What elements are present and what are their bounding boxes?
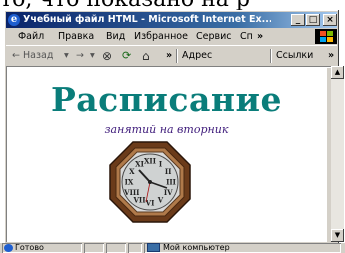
menu-favorites[interactable]: Избранное bbox=[134, 29, 188, 44]
clock-numeral: IX bbox=[125, 178, 134, 187]
minimize-button[interactable]: _ bbox=[291, 14, 305, 26]
zone-text: Мой компьютер bbox=[163, 243, 230, 252]
my-computer-icon bbox=[147, 243, 160, 252]
clock-numeral: VII bbox=[133, 196, 146, 205]
back-button[interactable]: ← Назад bbox=[12, 46, 53, 66]
clock-numeral: IV bbox=[164, 188, 173, 197]
clock-numeral: III bbox=[166, 178, 176, 187]
window-title: Учебный файл HTML - Microsoft Internet E… bbox=[23, 14, 271, 25]
status-cell bbox=[128, 243, 142, 253]
links-label[interactable]: Ссылки bbox=[276, 46, 313, 66]
title-bar[interactable]: e Учебный файл HTML - Microsoft Internet… bbox=[6, 12, 337, 28]
clock-numeral: V bbox=[157, 196, 164, 205]
address-label[interactable]: Адрес bbox=[182, 46, 212, 66]
menu-help[interactable]: Сп bbox=[240, 29, 253, 44]
ie-logo-icon: e bbox=[8, 14, 20, 26]
status-cell bbox=[84, 243, 104, 253]
stop-icon[interactable]: ⊗ bbox=[102, 46, 112, 66]
toolbar-separator bbox=[270, 49, 271, 63]
page-content: Расписание занятий на вторник XII I II III I… bbox=[6, 66, 327, 242]
menu-file[interactable]: Файл bbox=[18, 29, 44, 44]
scroll-up-button[interactable]: ▲ bbox=[331, 66, 344, 79]
standard-toolbar: ← Назад ▾ → ▾ ⊗ ⟳ ⌂ » Адрес Ссылки » bbox=[6, 45, 337, 66]
forward-button[interactable]: → bbox=[76, 46, 84, 66]
page-heading: Расписание bbox=[50, 80, 283, 119]
clock-numeral: XII bbox=[144, 157, 156, 166]
vertical-scrollbar[interactable]: ▲ ▼ bbox=[331, 66, 344, 242]
toolbar-separator bbox=[176, 49, 177, 63]
windows-logo-icon bbox=[315, 29, 337, 44]
clock-numeral: X bbox=[129, 167, 135, 176]
status-text: Готово bbox=[15, 243, 44, 252]
page-subheading: занятий на вторник bbox=[104, 123, 229, 136]
toolbar-overflow[interactable]: » bbox=[166, 46, 172, 66]
cropped-text: то, что показано на р bbox=[0, 0, 250, 10]
close-button[interactable]: × bbox=[323, 14, 337, 26]
menu-overflow[interactable]: » bbox=[257, 29, 263, 44]
menu-bar: Файл Правка Вид Избранное Сервис Сп » bbox=[6, 29, 337, 44]
clock-image: XII IIIIIIIVVVIVIIVIIIIXXXI bbox=[109, 141, 191, 223]
menu-edit[interactable]: Правка bbox=[58, 29, 94, 44]
status-cell bbox=[106, 243, 126, 253]
ie-page-icon bbox=[4, 243, 13, 252]
back-dropdown-icon[interactable]: ▾ bbox=[64, 46, 69, 66]
cropped-document-text: то, что показано на р bbox=[0, 0, 345, 10]
menu-view[interactable]: Вид bbox=[106, 29, 125, 44]
forward-dropdown-icon[interactable]: ▾ bbox=[90, 46, 95, 66]
refresh-icon[interactable]: ⟳ bbox=[122, 46, 131, 66]
home-icon[interactable]: ⌂ bbox=[142, 46, 150, 66]
clock-numeral: II bbox=[165, 167, 172, 176]
scroll-down-button[interactable]: ▼ bbox=[331, 229, 344, 242]
clock-numeral: VIII bbox=[123, 188, 139, 197]
menu-tools[interactable]: Сервис bbox=[196, 29, 232, 44]
links-overflow[interactable]: » bbox=[328, 46, 334, 66]
status-bar: Готово Мой компьютер bbox=[0, 243, 345, 253]
clock-numeral: I bbox=[159, 159, 162, 168]
clock-numeral: XI bbox=[135, 159, 144, 168]
maximize-button[interactable]: □ bbox=[306, 14, 320, 26]
